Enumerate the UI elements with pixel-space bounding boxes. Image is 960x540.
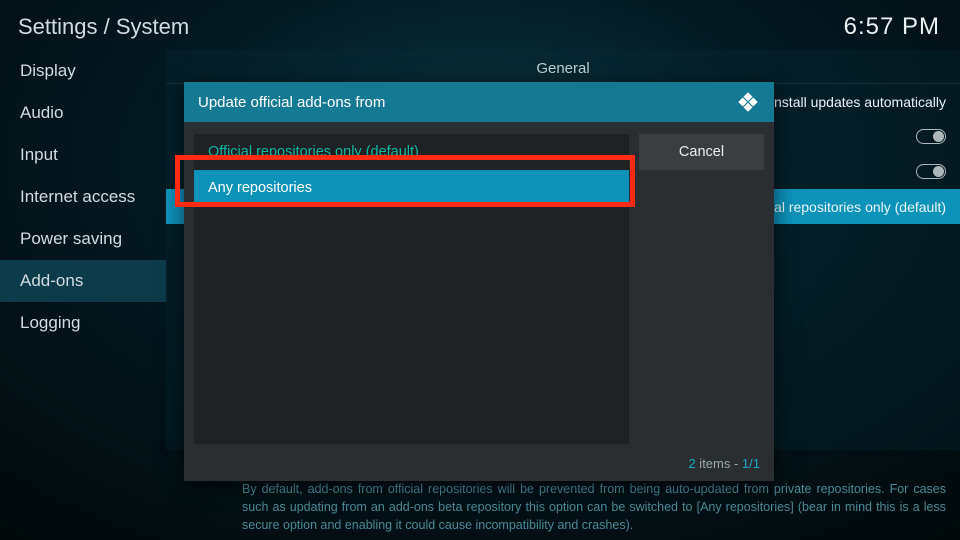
dialog-header: Update official add-ons from <box>184 82 774 122</box>
sidebar-item-input[interactable]: Input <box>0 134 166 176</box>
setting-description: By default, add-ons from official reposi… <box>242 480 946 534</box>
dialog-side: Cancel <box>639 134 764 444</box>
option-official-repos[interactable]: Official repositories only (default) <box>194 134 629 170</box>
items-text: items - <box>696 456 742 471</box>
sidebar-item-add-ons[interactable]: Add-ons <box>0 260 166 302</box>
sidebar-item-audio[interactable]: Audio <box>0 92 166 134</box>
option-any-repos[interactable]: Any repositories <box>194 170 629 206</box>
breadcrumb: Settings / System <box>18 14 189 40</box>
select-dialog: Update official add-ons from Official re… <box>184 82 774 481</box>
option-list: Official repositories only (default) Any… <box>194 134 629 444</box>
dialog-footer: 2 items - 1/1 <box>184 450 774 481</box>
clock: 6:57 PM <box>844 13 940 41</box>
sidebar-item-logging[interactable]: Logging <box>0 302 166 344</box>
kodi-logo-icon <box>736 90 760 114</box>
item-count: 2 <box>688 456 695 471</box>
page-indicator: 1/1 <box>742 456 760 471</box>
sidebar-item-internet-access[interactable]: Internet access <box>0 176 166 218</box>
setting-value: Install updates automatically <box>770 94 946 110</box>
section-header: General <box>166 50 960 84</box>
toggle-icon[interactable] <box>916 164 946 179</box>
sidebar-item-display[interactable]: Display <box>0 50 166 92</box>
toggle-icon[interactable] <box>916 129 946 144</box>
sidebar-item-power-saving[interactable]: Power saving <box>0 218 166 260</box>
dialog-title: Update official add-ons from <box>198 94 385 111</box>
header: Settings / System 6:57 PM <box>0 0 960 50</box>
dialog-body: Official repositories only (default) Any… <box>184 122 774 450</box>
sidebar: Display Audio Input Internet access Powe… <box>0 50 166 450</box>
cancel-button[interactable]: Cancel <box>639 134 764 170</box>
